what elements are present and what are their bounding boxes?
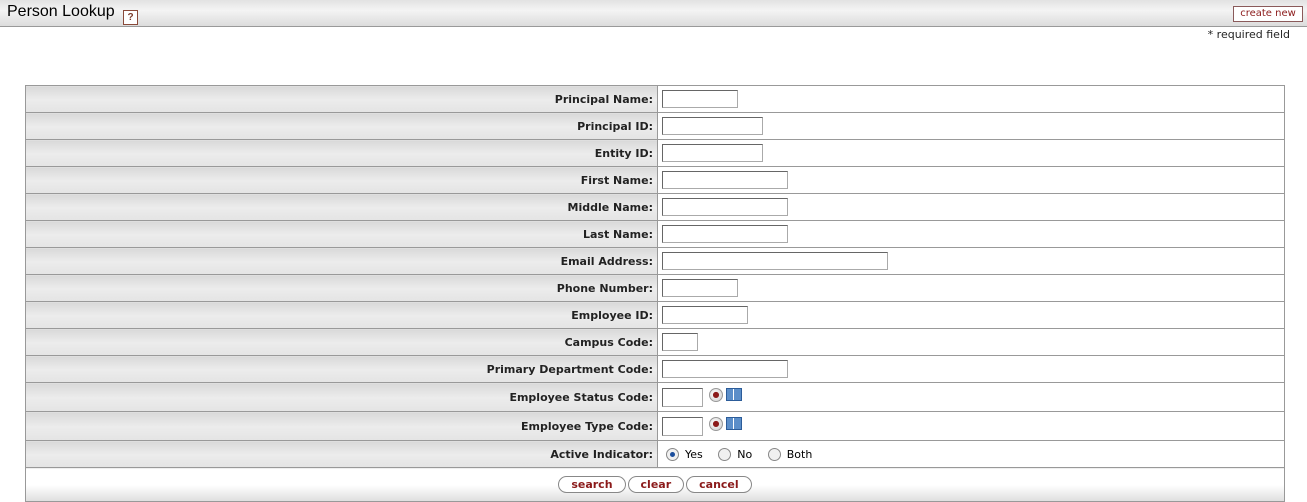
phone-number-label: Phone Number:	[25, 274, 658, 302]
form-row: Primary Department Code:	[25, 355, 1285, 383]
active-both-label: Both	[786, 447, 813, 461]
campus-code-input[interactable]	[662, 333, 698, 351]
lookup-search-icon[interactable]: ●	[709, 416, 723, 431]
search-button[interactable]: search	[558, 476, 626, 493]
entity-id-label: Entity ID:	[25, 139, 658, 167]
required-field-note: * required field	[1207, 28, 1290, 41]
lookup-search-icon[interactable]: ●	[709, 387, 723, 402]
page-header: Person Lookup ? create new	[0, 0, 1307, 27]
form-row: Principal Name:	[25, 85, 1285, 113]
form-row: Employee Type Code: ●	[25, 411, 1285, 441]
form-row: Email Address:	[25, 247, 1285, 275]
lookup-form: Principal Name: Principal ID: Entity ID:…	[25, 85, 1285, 502]
email-address-input[interactable]	[662, 252, 888, 270]
campus-code-label: Campus Code:	[25, 328, 658, 356]
employee-status-code-label: Employee Status Code:	[25, 382, 658, 412]
principal-name-label: Principal Name:	[25, 85, 658, 113]
first-name-input[interactable]	[662, 171, 788, 189]
form-row: Employee ID:	[25, 301, 1285, 329]
entity-id-input[interactable]	[662, 144, 763, 162]
employee-id-input[interactable]	[662, 306, 748, 324]
primary-department-code-input[interactable]	[662, 360, 788, 378]
primary-department-code-label: Primary Department Code:	[25, 355, 658, 383]
form-row: Middle Name:	[25, 193, 1285, 221]
form-row: Principal ID:	[25, 112, 1285, 140]
employee-type-code-input[interactable]	[662, 416, 703, 436]
help-icon[interactable]: ?	[123, 10, 138, 25]
email-address-label: Email Address:	[25, 247, 658, 275]
employee-status-code-input[interactable]	[662, 387, 703, 407]
active-yes-radio[interactable]	[666, 447, 679, 461]
form-row: Phone Number:	[25, 274, 1285, 302]
last-name-label: Last Name:	[25, 220, 658, 248]
button-row: search clear cancel	[25, 467, 1285, 502]
middle-name-label: Middle Name:	[25, 193, 658, 221]
first-name-label: First Name:	[25, 166, 658, 194]
form-row: Last Name:	[25, 220, 1285, 248]
principal-id-label: Principal ID:	[25, 112, 658, 140]
phone-number-input[interactable]	[662, 279, 738, 297]
last-name-input[interactable]	[662, 225, 788, 243]
cancel-button[interactable]: cancel	[686, 476, 752, 493]
book-icon[interactable]	[726, 387, 742, 401]
form-row: Active Indicator: Yes No Both	[25, 440, 1285, 468]
form-row: Campus Code:	[25, 328, 1285, 356]
active-indicator-label: Active Indicator:	[25, 440, 658, 468]
page-title: Person Lookup	[7, 3, 115, 20]
employee-type-code-label: Employee Type Code:	[25, 411, 658, 441]
active-no-radio[interactable]	[718, 447, 732, 461]
active-both-radio[interactable]	[767, 447, 781, 461]
form-row: Employee Status Code: ●	[25, 382, 1285, 412]
middle-name-input[interactable]	[662, 198, 788, 216]
principal-id-input[interactable]	[662, 117, 763, 135]
active-yes-label: Yes	[685, 447, 703, 461]
create-new-button[interactable]: create new	[1233, 6, 1303, 22]
book-icon[interactable]	[726, 416, 742, 430]
form-row: First Name:	[25, 166, 1285, 194]
form-row: Entity ID:	[25, 139, 1285, 167]
active-no-label: No	[737, 447, 753, 461]
clear-button[interactable]: clear	[627, 476, 685, 493]
employee-id-label: Employee ID:	[25, 301, 658, 329]
principal-name-input[interactable]	[662, 90, 738, 108]
